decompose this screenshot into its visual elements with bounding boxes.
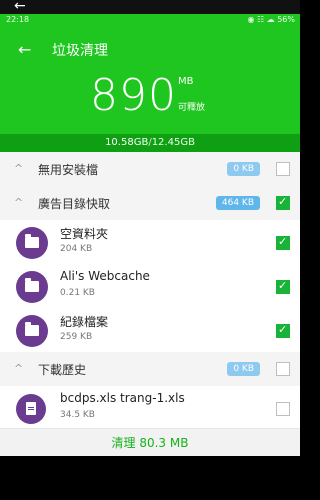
item-checkbox[interactable]: ✓ <box>276 235 290 250</box>
back-arrow-icon[interactable]: ← <box>18 40 31 59</box>
arrow-left-icon[interactable]: ← <box>14 0 26 13</box>
reclaimable-unit: MB <box>178 76 194 87</box>
chevron-up-icon[interactable]: ^ <box>14 362 23 375</box>
storage-total: 12.45GB <box>151 137 195 148</box>
item-size: 0.21 KB <box>60 288 95 298</box>
page-title: 垃圾清理 <box>52 43 108 59</box>
item-checkbox[interactable]: ✓ <box>276 323 290 338</box>
folder-icon <box>16 227 48 259</box>
list-item[interactable]: Ali's Webcache 0.21 KB ✓ <box>0 264 300 308</box>
section-label: 下載歷史 <box>38 363 87 377</box>
storage-bar: 10.58GB/12.45GB <box>0 134 300 152</box>
reclaimable-note: 可釋放 <box>178 103 206 113</box>
item-checkbox[interactable] <box>276 402 290 416</box>
item-name: Ali's Webcache <box>60 269 150 283</box>
size-badge: 0 KB <box>227 162 260 176</box>
item-size: 34.5 KB <box>60 410 95 420</box>
item-name: 紀錄檔案 <box>60 315 109 329</box>
size-badge: 0 KB <box>227 362 260 376</box>
list-item[interactable]: 紀錄檔案 259 KB ✓ <box>0 308 300 352</box>
section-ad-cache[interactable]: ^ 廣告目錄快取 464 KB ✓ <box>0 186 300 221</box>
size-badge: 464 KB <box>215 196 260 210</box>
chevron-up-icon[interactable]: ^ <box>14 162 23 175</box>
clean-button[interactable]: 清理 80.3 MB <box>0 428 300 457</box>
section-checkbox[interactable] <box>276 162 290 176</box>
storage-used: 10.58GB <box>105 137 149 148</box>
check-icon: ✓ <box>278 195 288 208</box>
check-icon: ✓ <box>278 279 288 292</box>
item-name: 空資料夾 <box>60 227 109 241</box>
section-label: 無用安裝檔 <box>38 163 99 177</box>
status-time: 22:18 <box>6 15 30 24</box>
folder-icon <box>16 271 48 303</box>
bottom-bar <box>0 456 300 500</box>
list-item[interactable]: 空資料夾 204 KB ✓ <box>0 220 300 264</box>
section-download-history[interactable]: ^ 下載歷史 0 KB <box>0 352 300 387</box>
reclaimable-amount: 890 <box>90 70 177 121</box>
top-bar: ← <box>0 0 300 14</box>
item-checkbox[interactable]: ✓ <box>276 279 290 294</box>
section-label: 廣告目錄快取 <box>38 197 111 211</box>
junk-list: ^ 無用安裝檔 0 KB ^ 廣告目錄快取 464 KB ✓ 空資料夾 204 … <box>0 152 300 430</box>
item-size: 259 KB <box>60 332 93 342</box>
item-size: 204 KB <box>60 244 93 254</box>
status-bar: 22:18 ◉ ☷ ☁ 56% <box>0 14 300 26</box>
item-name: bcdps.xls trang-1.xls <box>60 391 185 405</box>
section-unused-installers[interactable]: ^ 無用安裝檔 0 KB <box>0 152 300 187</box>
chevron-up-icon[interactable]: ^ <box>14 196 23 209</box>
header: ← 垃圾清理 890 MB 可釋放 <box>0 26 300 134</box>
section-checkbox[interactable] <box>276 362 290 376</box>
check-icon: ✓ <box>278 235 288 248</box>
check-icon: ✓ <box>278 323 288 336</box>
document-icon <box>16 394 46 424</box>
list-item[interactable]: bcdps.xls trang-1.xls 34.5 KB <box>0 386 300 430</box>
status-icons: ◉ ☷ ☁ 56% <box>247 15 295 24</box>
folder-icon <box>16 315 48 347</box>
section-checkbox[interactable]: ✓ <box>276 195 290 210</box>
